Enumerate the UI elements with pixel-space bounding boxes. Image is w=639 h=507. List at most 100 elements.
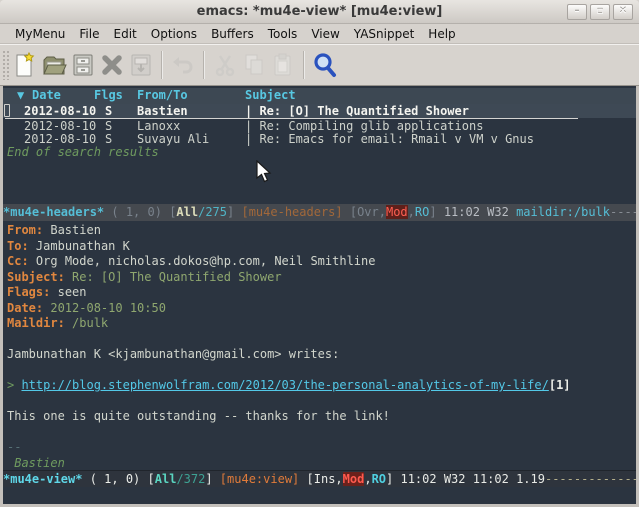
- menu-edit[interactable]: Edit: [107, 25, 144, 43]
- close-button[interactable]: ✕: [613, 4, 633, 20]
- quote-prefix: >: [7, 378, 21, 392]
- paste-button: [269, 50, 297, 80]
- sort-arrow-icon[interactable]: ▼: [17, 88, 24, 102]
- message-count: /372: [176, 472, 205, 486]
- close-buffer-icon: [99, 52, 125, 78]
- comma: ,: [364, 472, 371, 486]
- headers-column-row: ▼ Date Flgs From/To Subject: [3, 88, 636, 104]
- intro-text: Jambunathan K <kjambunathan@gmail.com> w…: [7, 347, 339, 361]
- undo-icon: [170, 52, 196, 78]
- menu-tools[interactable]: Tools: [261, 25, 305, 43]
- menu-file[interactable]: File: [72, 25, 106, 43]
- menu-mymenu[interactable]: MyMenu: [8, 25, 72, 43]
- toolbar-grip[interactable]: [2, 50, 10, 80]
- toolbar-separator: [203, 51, 204, 79]
- cut-icon: [212, 52, 238, 78]
- header-subject: Subject: Re: [O] The Quantified Shower: [7, 270, 636, 286]
- mouse-cursor: [256, 160, 273, 184]
- new-file-icon: [12, 51, 38, 79]
- modeline-mu4e-headers[interactable]: *mu4e-headers* ( 1, 0) [All/275] [mu4e-h…: [3, 204, 636, 221]
- menu-help[interactable]: Help: [421, 25, 462, 43]
- buffer-name: *mu4e-view*: [3, 472, 82, 486]
- article-link[interactable]: http://blog.stephenwolfram.com/2012/03/t…: [21, 378, 548, 392]
- menu-yasnippet[interactable]: YASnippet: [347, 25, 422, 43]
- new-file-button[interactable]: [11, 50, 39, 80]
- major-mode: [mu4e:view]: [220, 472, 299, 486]
- message-row[interactable]: 2012-08-10 S Lanoxx | Re: Compiling glib…: [3, 119, 636, 133]
- header-maildir: Maildir: /bulk: [7, 316, 636, 332]
- from-value: Bastien: [50, 223, 101, 237]
- flag-modified: Mod: [386, 205, 408, 219]
- save-icon: [129, 52, 153, 78]
- cursor-position: ( 1, 0): [104, 205, 169, 219]
- row-flags: S: [105, 104, 112, 118]
- bracket: [: [148, 472, 155, 486]
- row-date: 2012-08-10: [24, 104, 96, 118]
- copy-button: [240, 50, 268, 80]
- window-title: emacs: *mu4e-view* [mu4e:view]: [0, 4, 639, 19]
- flag-modified: Mod: [343, 472, 365, 486]
- gap: [343, 205, 350, 219]
- column-subject[interactable]: Subject: [245, 88, 296, 102]
- filter-all: All: [155, 472, 177, 486]
- bracket: ]: [227, 205, 241, 219]
- sig-separator-text: --: [7, 440, 21, 454]
- modeline-dashes: ----------: [610, 205, 636, 219]
- row-from: Lanoxx: [137, 119, 180, 133]
- date-label: Date:: [7, 301, 43, 315]
- dired-button[interactable]: [69, 50, 97, 80]
- dired-icon: [71, 52, 95, 78]
- buffer-name: *mu4e-headers*: [3, 205, 104, 219]
- clock: 11:02 W32: [437, 205, 516, 219]
- row-date: 2012-08-10: [24, 119, 96, 133]
- comment-text: This one is quite outstanding -- thanks …: [7, 409, 390, 423]
- message-row-selected[interactable]: 2012-08-10 S Bastien | Re: [O] The Quant…: [3, 104, 636, 118]
- bracket: ]: [429, 205, 436, 219]
- open-file-button[interactable]: [40, 50, 68, 80]
- emacs-frame: ▼ Date Flgs From/To Subject 2012-08-10 S…: [0, 86, 639, 507]
- flag-readonly: RO: [415, 205, 429, 219]
- mu4e-headers-buffer: ▼ Date Flgs From/To Subject 2012-08-10 S…: [3, 86, 636, 204]
- copy-icon: [241, 52, 267, 78]
- column-flags[interactable]: Flgs: [94, 88, 123, 102]
- minibuffer[interactable]: [3, 488, 636, 504]
- modeline-mu4e-view[interactable]: *mu4e-view* ( 1, 0) [All/372] [mu4e:view…: [3, 470, 636, 487]
- column-date[interactable]: Date: [32, 88, 61, 102]
- toolbar-separator: [161, 51, 162, 79]
- link-footnote-ref: [1]: [549, 378, 571, 392]
- row-flags: S: [105, 119, 112, 133]
- maildir-label: Maildir:: [7, 316, 65, 330]
- open-file-icon: [41, 52, 67, 78]
- subject-value: Re: [O] The Quantified Shower: [72, 270, 282, 284]
- title-bar[interactable]: emacs: *mu4e-view* [mu4e:view] – ▫ ✕: [0, 0, 639, 24]
- close-buffer-button[interactable]: [98, 50, 126, 80]
- flag-ovr: [Ovr,: [350, 205, 386, 219]
- cut-button: [211, 50, 239, 80]
- search-button[interactable]: [311, 50, 339, 80]
- cc-value: Org Mode, nicholas.dokos@hp.com, Neil Sm…: [36, 254, 376, 268]
- maximize-button[interactable]: ▫: [590, 4, 610, 20]
- flag-readonly: RO: [372, 472, 386, 486]
- minimize-button[interactable]: –: [567, 4, 587, 20]
- menu-view[interactable]: View: [304, 25, 346, 43]
- paste-icon: [270, 52, 296, 78]
- gap: [299, 472, 306, 486]
- menu-buffers[interactable]: Buffers: [204, 25, 261, 43]
- header-date: Date: 2012-08-10 10:50: [7, 301, 636, 317]
- filter-all: All: [176, 205, 198, 219]
- column-from-to[interactable]: From/To: [137, 88, 188, 102]
- message-row[interactable]: 2012-08-10 S Suvayu Ali | Re: Emacs for …: [3, 132, 636, 146]
- header-cc: Cc: Org Mode, nicholas.dokos@hp.com, Nei…: [7, 254, 636, 270]
- body-quote-line: > http://blog.stephenwolfram.com/2012/03…: [7, 378, 636, 394]
- header-to: To: Jambunathan K: [7, 239, 636, 255]
- cc-label: Cc:: [7, 254, 29, 268]
- row-from: Suvayu Ali: [137, 132, 209, 146]
- menu-options[interactable]: Options: [144, 25, 204, 43]
- to-label: To:: [7, 239, 29, 253]
- header-from: From: Bastien: [7, 223, 636, 239]
- message-count: /275: [198, 205, 227, 219]
- toolbar-separator: [303, 51, 304, 79]
- comma: ,: [408, 205, 415, 219]
- header-flags: Flags: seen: [7, 285, 636, 301]
- mu4e-view-buffer: From: Bastien To: Jambunathan K Cc: Org …: [3, 221, 636, 470]
